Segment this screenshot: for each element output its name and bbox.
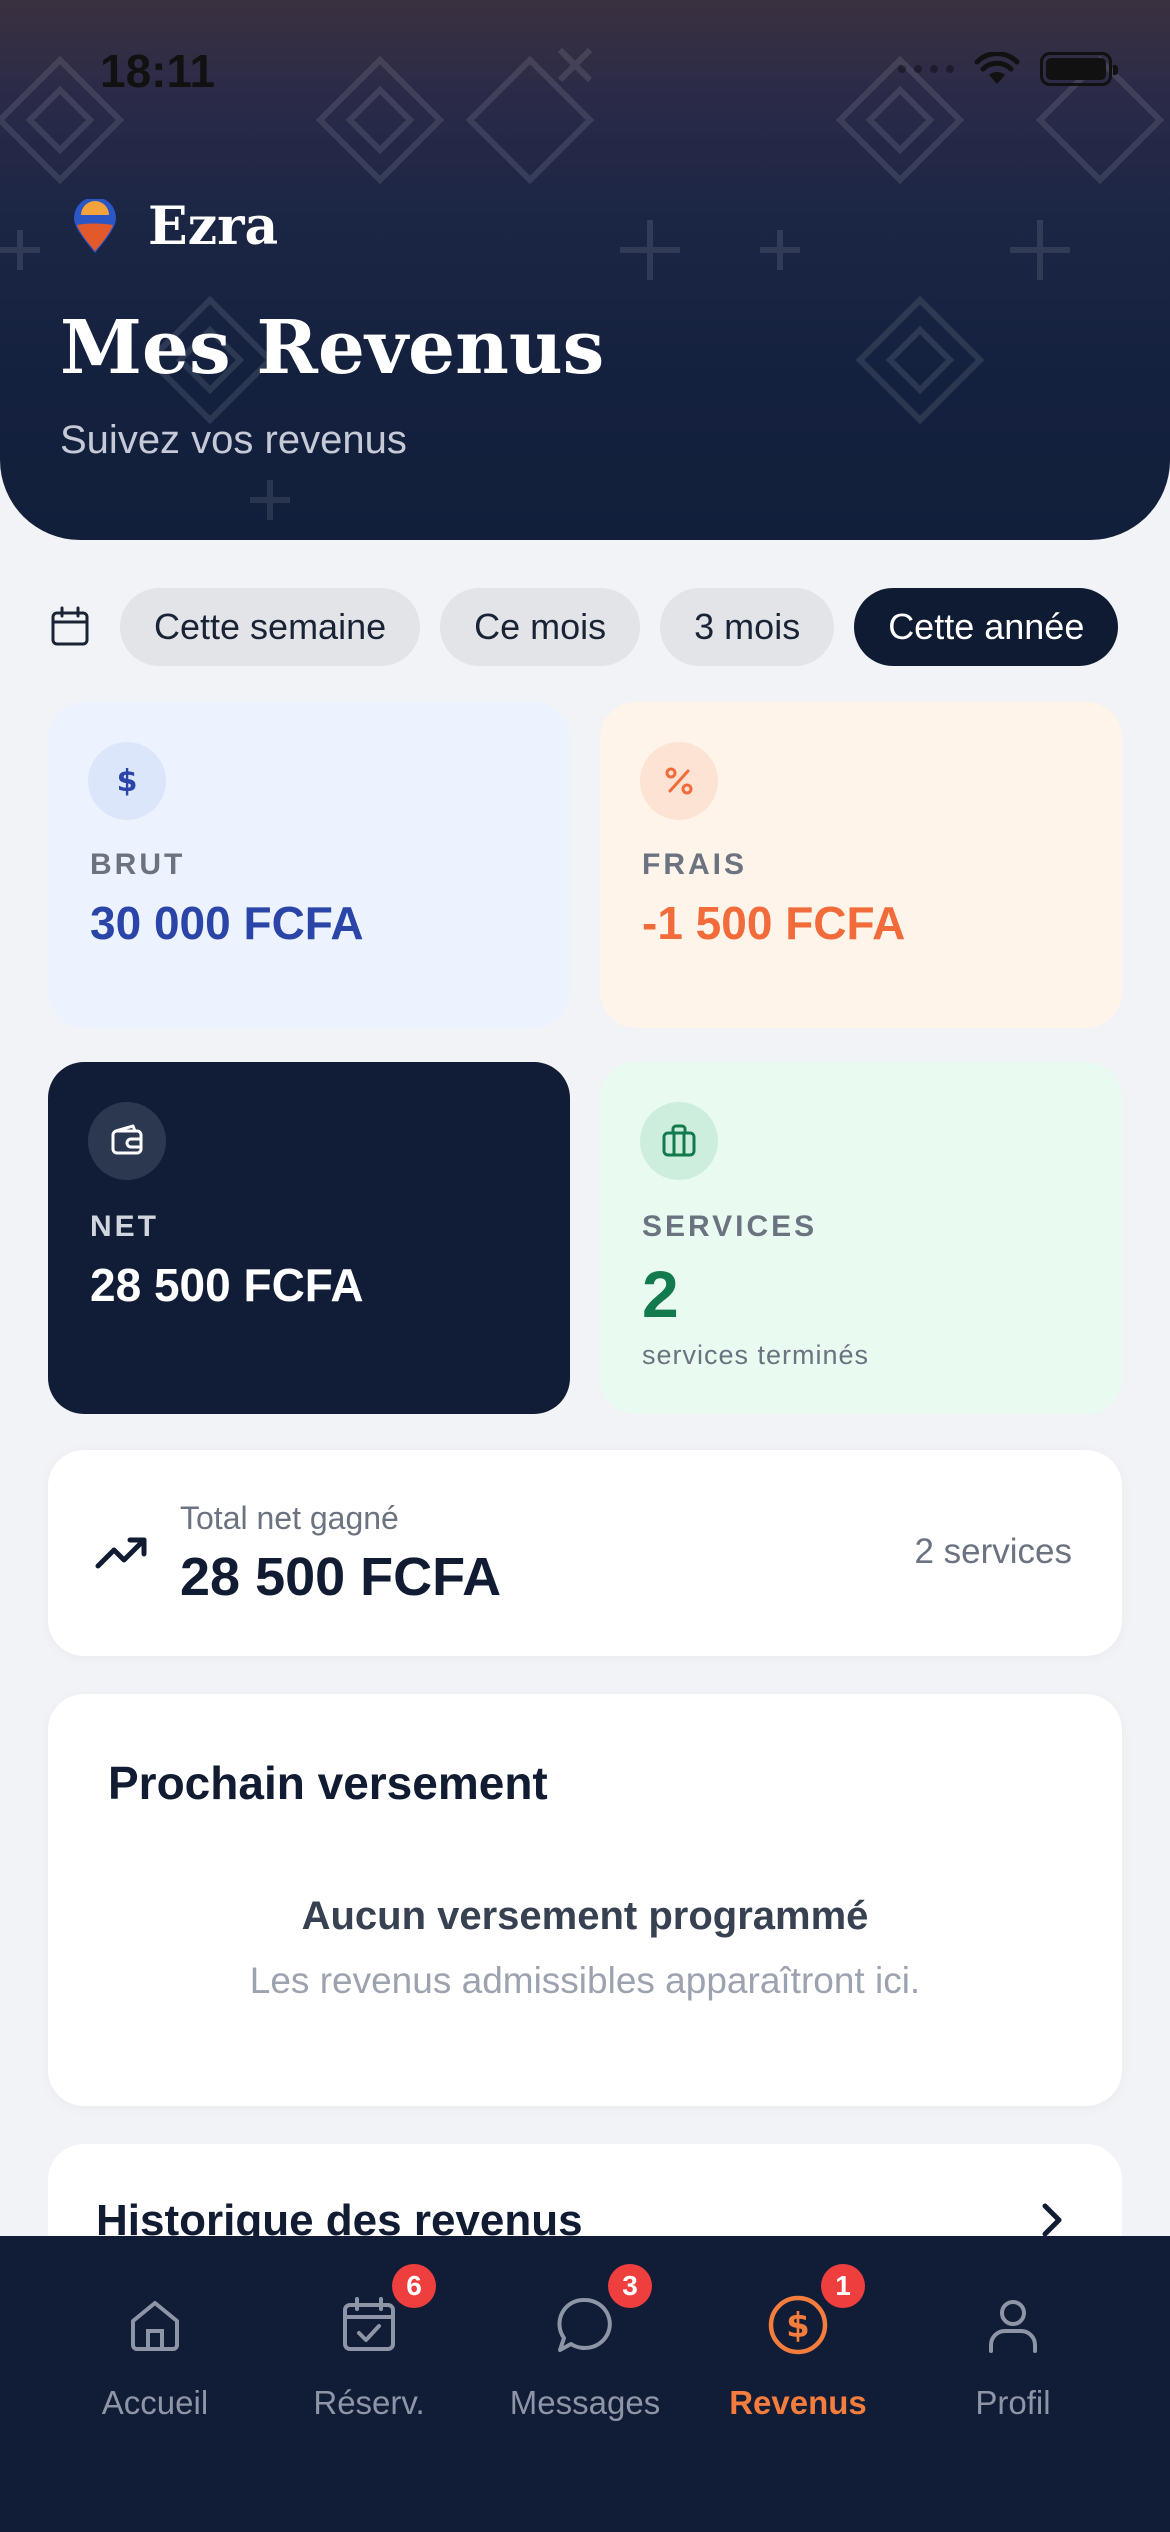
- tab-messages-label: Messages: [509, 2384, 661, 2421]
- fees-label: FRAIS: [642, 848, 747, 881]
- tab-revenue[interactable]: $ 1 Revenus: [688, 2264, 908, 2422]
- tab-home[interactable]: Accueil: [45, 2290, 265, 2422]
- gross-value: 30 000 FCFA: [90, 897, 364, 949]
- user-icon: [978, 2290, 1048, 2360]
- tab-bookings-label: Réserv.: [313, 2384, 425, 2421]
- trending-up-icon: [95, 1537, 147, 1569]
- services-value: 2: [642, 1257, 679, 1331]
- fees-value: -1 500 FCFA: [642, 897, 906, 949]
- tab-profile-label: Profil: [975, 2384, 1051, 2421]
- percent-icon: [640, 742, 718, 820]
- bottom-tab-bar: Accueil 6 Réserv. 3 Messages $ 1 Revenus…: [0, 2236, 1170, 2532]
- revenue-badge: 1: [821, 2264, 865, 2308]
- period-filters: Cette semaine Ce mois 3 mois Cette année: [48, 588, 1119, 666]
- tab-profile[interactable]: Profil: [903, 2290, 1123, 2422]
- svg-text:$: $: [117, 764, 138, 799]
- page-title: Mes Revenus: [60, 305, 605, 391]
- svg-text:$: $: [786, 2306, 810, 2346]
- bookings-badge: 6: [392, 2264, 436, 2308]
- briefcase-icon: [640, 1102, 718, 1180]
- tab-messages[interactable]: 3 Messages: [475, 2264, 695, 2422]
- status-time: 18:11: [100, 45, 216, 97]
- ezra-logo-icon: [74, 198, 116, 253]
- payout-empty-text: Les revenus admissibles apparaîtront ici…: [249, 1960, 921, 2001]
- total-net-value: 28 500 FCFA: [180, 1547, 502, 1607]
- messages-badge: 3: [608, 2264, 652, 2308]
- home-icon: [120, 2290, 190, 2360]
- header: 18:11 Ezra Mes Revenus Suivez vos revenu…: [0, 0, 1170, 540]
- cellular-dots-icon: [898, 65, 954, 73]
- next-payout-card: Prochain versement Aucun versement progr…: [48, 1694, 1122, 2106]
- net-card: NET 28 500 FCFA: [48, 1062, 570, 1414]
- filter-this-year[interactable]: Cette année: [854, 588, 1119, 666]
- calendar-check-icon: 6: [334, 2264, 436, 2360]
- filter-3-months[interactable]: 3 mois: [660, 588, 835, 666]
- brand: Ezra: [72, 196, 278, 257]
- calendar-icon: [51, 606, 89, 646]
- fees-card: FRAIS -1 500 FCFA: [600, 702, 1122, 1028]
- total-services-count: 2 services: [914, 1532, 1072, 1571]
- status-icons: [898, 52, 1118, 86]
- tab-revenue-label: Revenus: [729, 2384, 867, 2421]
- filter-this-month[interactable]: Ce mois: [440, 588, 641, 666]
- dollar-circle-icon: $ 1: [763, 2264, 865, 2360]
- brand-name: Ezra: [148, 196, 279, 257]
- total-net-card: Total net gagné 28 500 FCFA 2 services: [48, 1450, 1122, 1656]
- payout-empty-title: Aucun versement programmé: [301, 1894, 869, 1938]
- total-net-label: Total net gagné: [180, 1500, 399, 1536]
- filter-this-week[interactable]: Cette semaine: [120, 588, 421, 666]
- net-value: 28 500 FCFA: [90, 1259, 364, 1311]
- wifi-icon: [974, 52, 1020, 84]
- net-label: NET: [90, 1210, 159, 1243]
- battery-icon: [1040, 52, 1118, 86]
- services-card: SERVICES 2 services terminés: [600, 1062, 1122, 1414]
- services-caption: services terminés: [642, 1340, 870, 1370]
- gross-card: $ BRUT 30 000 FCFA: [48, 702, 570, 1028]
- gross-label: BRUT: [90, 848, 186, 881]
- next-payout-title: Prochain versement: [108, 1757, 548, 1809]
- dollar-icon: $: [88, 742, 166, 820]
- chat-icon: 3: [550, 2264, 652, 2360]
- wallet-icon: [88, 1102, 166, 1180]
- page-subtitle: Suivez vos revenus: [60, 418, 407, 462]
- tab-bookings[interactable]: 6 Réserv.: [259, 2264, 479, 2422]
- tab-home-label: Accueil: [101, 2384, 209, 2421]
- chevron-right-icon: [1042, 2203, 1062, 2237]
- services-label: SERVICES: [642, 1210, 818, 1243]
